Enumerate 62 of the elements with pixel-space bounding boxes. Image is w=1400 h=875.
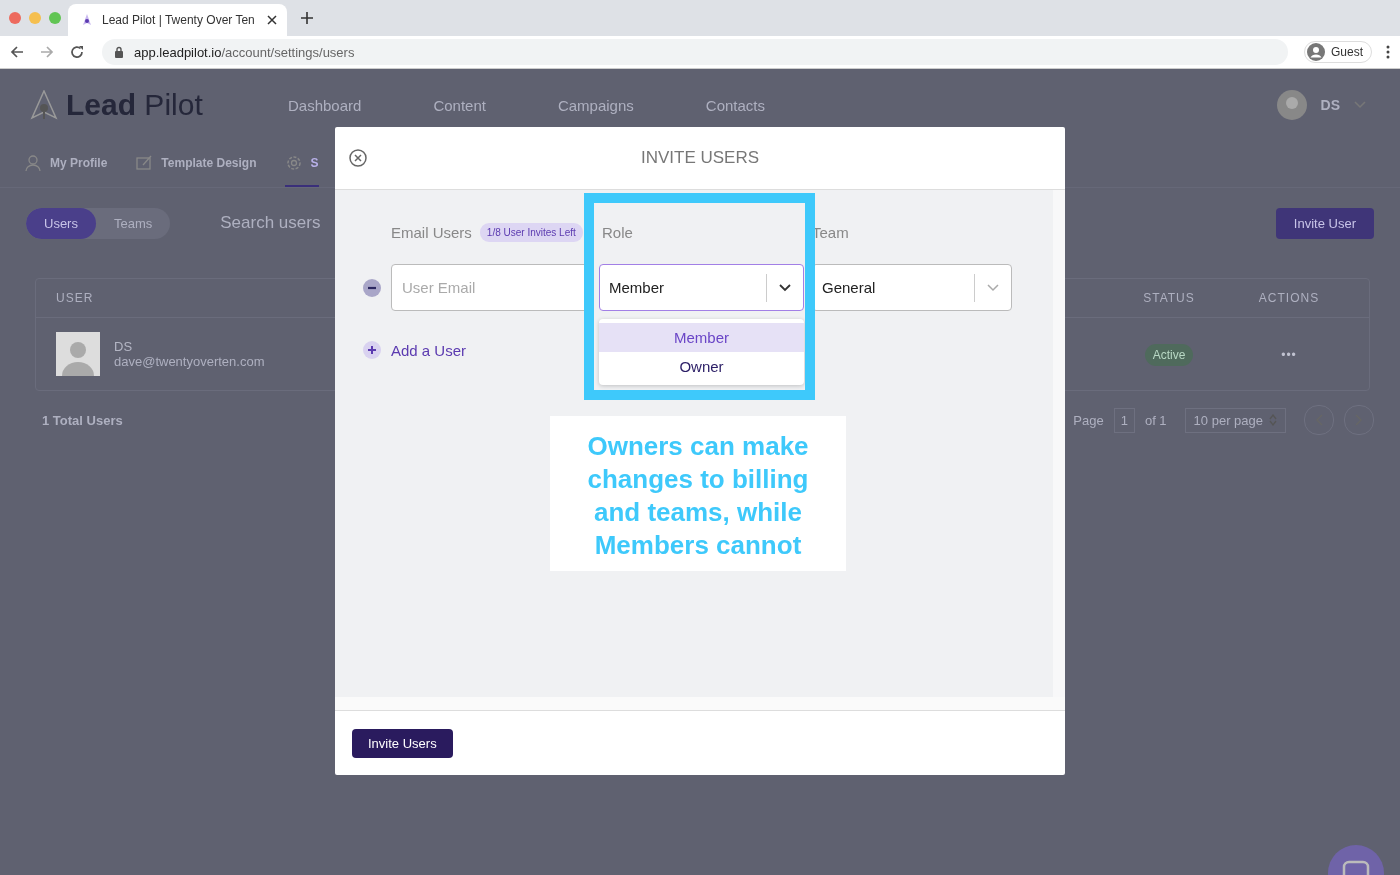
browser-tab[interactable]: Lead Pilot | Twenty Over Ten — [68, 4, 287, 36]
forward-icon — [40, 45, 54, 59]
add-icon[interactable] — [363, 341, 381, 359]
invites-badge: 1/8 User Invites Left — [479, 222, 583, 242]
chevron-down-icon — [779, 283, 791, 292]
nav-link[interactable]: Content — [433, 96, 486, 114]
chevron-down-icon — [987, 283, 999, 292]
settings-tab[interactable]: S — [284, 141, 319, 187]
lock-icon — [114, 46, 124, 58]
avatar-icon — [56, 332, 100, 376]
reload-icon[interactable] — [70, 45, 84, 59]
rocket-icon — [80, 13, 94, 27]
user-email: dave@twentyoverten.com — [114, 354, 265, 369]
nav-link[interactable]: Campaigns — [557, 96, 634, 114]
address-bar[interactable]: app.leadpilot.io/account/settings/users — [102, 39, 1288, 65]
page-field[interactable]: 1 — [1113, 407, 1135, 433]
person-icon — [24, 154, 42, 172]
close-icon[interactable] — [267, 15, 277, 25]
search-field[interactable]: Search users — [220, 213, 336, 233]
dropdown-option[interactable]: Owner — [599, 352, 804, 381]
nav-link[interactable]: Contacts — [705, 96, 765, 114]
close-icon[interactable] — [349, 149, 367, 167]
page-label: Page — [1073, 412, 1104, 428]
user-name: DS — [114, 339, 134, 354]
user-initials[interactable]: DS — [1320, 97, 1340, 113]
segment-tab[interactable]: Users — [26, 207, 96, 239]
new-tab-icon[interactable] — [301, 12, 313, 24]
actions-menu[interactable]: ••• — [1281, 348, 1297, 362]
settings-tab[interactable]: Template Design — [135, 141, 257, 187]
sort-icon — [1269, 414, 1277, 426]
invite-user-button[interactable]: Invite User — [1275, 207, 1374, 239]
remove-icon[interactable] — [363, 278, 381, 297]
invite-users-button[interactable]: Invite Users — [352, 728, 453, 758]
role-select[interactable]: Member — [599, 264, 804, 311]
logo-text: Lead Pilot — [66, 88, 203, 122]
total-count: 1 Total Users — [42, 412, 123, 428]
url-text: app.leadpilot.io/account/settings/users — [134, 44, 355, 60]
rocket-icon — [30, 90, 58, 120]
team-select[interactable]: General — [812, 264, 1012, 311]
field-label: Role — [601, 222, 634, 243]
segment-tab[interactable]: Teams — [95, 207, 171, 239]
person-icon — [1307, 43, 1325, 61]
callout-note: Owners can make changes to billing and teams, while Members cannot — [550, 416, 846, 571]
field-label: Email Users — [391, 223, 472, 241]
more-icon[interactable] — [1386, 45, 1390, 59]
edit-icon — [135, 154, 154, 172]
add-user-link[interactable]: Add a User — [391, 341, 467, 359]
back-icon[interactable] — [10, 45, 24, 59]
column-header: ACTIONS — [1257, 291, 1321, 305]
settings-icon — [284, 154, 303, 172]
tab-title: Lead Pilot | Twenty Over Ten — [102, 13, 256, 27]
settings-tab[interactable]: My Profile — [24, 141, 108, 187]
avatar-icon[interactable] — [1276, 90, 1307, 120]
column-header: STATUS — [1142, 291, 1196, 305]
column-header: USER — [56, 291, 95, 305]
page-count: of 1 — [1144, 412, 1167, 428]
modal-title: INVITE USERS — [639, 148, 761, 168]
nav-link[interactable]: Dashboard — [288, 96, 362, 114]
per-page-select[interactable]: 10 per page — [1184, 407, 1286, 433]
status-badge: Active — [1144, 344, 1194, 366]
dropdown-option[interactable]: Member — [599, 323, 804, 352]
field-label: Team — [812, 222, 850, 243]
